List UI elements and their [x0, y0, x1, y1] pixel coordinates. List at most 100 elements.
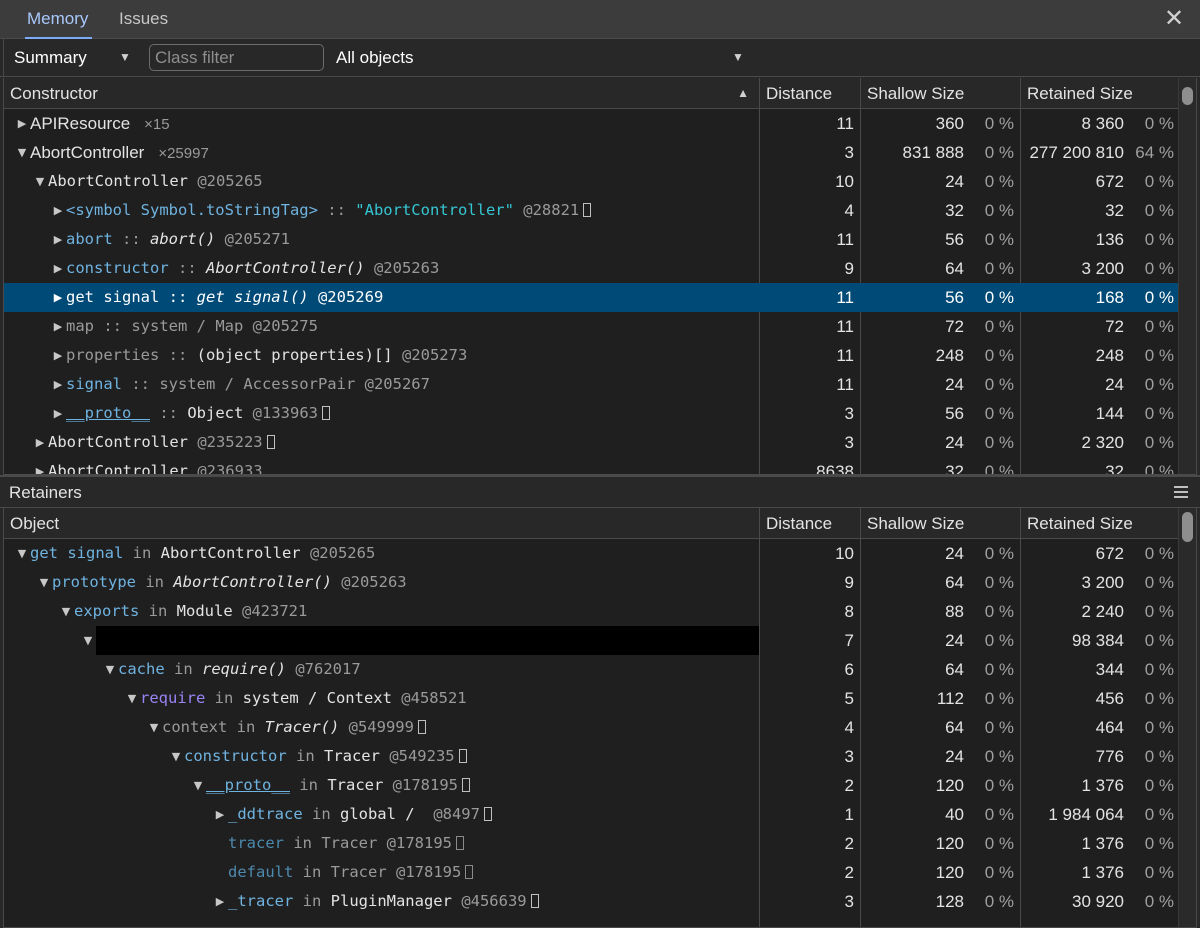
expand-triangle-down-icon[interactable]: ▼ [58, 597, 74, 626]
reveal-in-summary-icon[interactable] [465, 865, 474, 879]
expand-triangle-right-icon[interactable]: ▶ [212, 800, 228, 829]
reveal-in-summary-icon[interactable] [530, 894, 539, 908]
close-icon[interactable]: ✕ [1162, 7, 1186, 31]
reveal-in-summary-icon[interactable] [458, 749, 467, 763]
table-row[interactable]: ▶ constructor :: AbortController() @20526… [4, 254, 1180, 283]
objects-select[interactable]: All objects [336, 39, 413, 77]
table-row[interactable]: ▼ prototype in AbortController() @205263 9… [4, 568, 1180, 597]
table-row[interactable]: ▼ __proto__ in Tracer @178195 2 120 0 % 1 376… [4, 771, 1180, 800]
table-row[interactable]: default in Tracer @178195 2 120 0 % 1 376 0 % [4, 858, 1180, 887]
row-name-cell: ▼ exports in Module @423721 [4, 597, 759, 626]
name-part-text: system / Context [242, 689, 392, 707]
column-header-distance[interactable]: Distance [759, 508, 860, 539]
name-part-dim: in [284, 834, 322, 852]
expand-triangle-down-icon[interactable]: ▼ [14, 138, 30, 167]
expand-triangle-right-icon[interactable]: ▶ [50, 312, 66, 341]
column-header-constructor[interactable]: Constructor ▲ [4, 78, 759, 109]
selected-table-row[interactable]: ▶ get signal :: get signal() @205269 11 56 0… [4, 283, 1180, 312]
expand-triangle-right-icon[interactable]: ▶ [50, 196, 66, 225]
column-header-shallow-size[interactable]: Shallow Size [860, 508, 1020, 539]
table-row[interactable]: ▶ _ddtrace in global / @8497 1 40 0 % 1 984 0… [4, 800, 1180, 829]
table-row[interactable]: ▼ constructor in Tracer @549235 3 24 0 % 776 0… [4, 742, 1180, 771]
expand-triangle-right-icon[interactable]: ▶ [50, 283, 66, 312]
column-header-shallow-size[interactable]: Shallow Size [860, 78, 1020, 109]
table-row[interactable]: ▶ _tracer in PluginManager @456639 3 128 0 %… [4, 887, 1180, 916]
shallow-size-value: 128 [935, 892, 964, 911]
expand-triangle-down-icon[interactable]: ▼ [32, 167, 48, 196]
expand-triangle-right-icon[interactable]: ▶ [32, 457, 48, 474]
shallow-size-value: 112 [936, 689, 964, 708]
menu-icon[interactable] [1174, 486, 1188, 498]
retainers-scrollbar-thumb[interactable] [1182, 512, 1193, 542]
table-row[interactable]: ▼ context in Tracer() @549999 4 64 0 % 464 0 % [4, 713, 1180, 742]
table-row[interactable]: ▶ AbortController @235223 3 24 0 % 2 320 0 % [4, 428, 1180, 457]
view-select[interactable]: Summary [14, 39, 87, 77]
table-row[interactable]: ▶ __proto__ :: Object @133963 3 56 0 % 144 0 % [4, 399, 1180, 428]
expand-triangle-down-icon[interactable]: ▼ [102, 655, 118, 684]
expand-triangle-down-icon[interactable]: ▼ [146, 713, 162, 742]
table-row[interactable]: ▶ <symbol Symbol.toStringTag> :: "AbortCo… [4, 196, 1180, 225]
table-row[interactable]: ▶ properties :: (object properties)[] @20… [4, 341, 1180, 370]
shallow-size-percent: 0 % [984, 863, 1014, 882]
expand-triangle-right-icon[interactable]: ▶ [32, 428, 48, 457]
distance-value: 7 [844, 631, 854, 650]
table-row[interactable]: ▶ APIResource ×15 11 360 0 % 8 360 0 % [4, 109, 1180, 138]
table-row[interactable]: ▶ map :: system / Map @205275 11 72 0 % 72 0 % [4, 312, 1180, 341]
table-row[interactable]: ▼ require in system / Context @458521 5 112… [4, 684, 1180, 713]
table-row[interactable]: ▼ exports in Module @423721 8 88 0 % 2 240 0 % [4, 597, 1180, 626]
table-row[interactable]: ▼ get signal in AbortController @205265 10… [4, 539, 1180, 568]
shallow-size-value: 64 [945, 259, 964, 278]
expand-triangle-right-icon[interactable]: ▶ [14, 109, 30, 138]
tab-issues[interactable]: Issues [119, 0, 168, 39]
name-part-prop: _ddtrace [228, 805, 303, 823]
retained-size-percent: 0 % [1144, 776, 1174, 795]
tab-memory[interactable]: Memory [24, 0, 93, 40]
expand-triangle-right-icon[interactable]: ▶ [50, 254, 66, 283]
retained-size-percent: 0 % [1144, 863, 1174, 882]
retained-size-value: 344 [1095, 660, 1124, 679]
table-row[interactable]: ▼ 7 24 0 % 98 384 0 % [4, 626, 1180, 655]
reveal-in-summary-icon[interactable] [461, 778, 470, 792]
table-row[interactable]: ▶ AbortController @236933 8638 32 0 % 32 0 % [4, 457, 1180, 474]
reveal-in-summary-icon[interactable] [455, 836, 464, 850]
retainers-scrollbar[interactable] [1178, 508, 1196, 927]
reveal-in-summary-icon[interactable] [417, 720, 426, 734]
name-part-dim: context [162, 718, 228, 736]
summary-scrollbar[interactable] [1178, 78, 1196, 474]
expand-triangle-right-icon[interactable]: ▶ [50, 370, 66, 399]
expand-triangle-down-icon[interactable]: ▼ [14, 539, 30, 568]
table-row[interactable]: ▼ AbortController ×25997 3 831 888 0 % 277 200… [4, 138, 1180, 167]
expand-triangle-right-icon[interactable]: ▶ [212, 887, 228, 916]
expand-triangle-down-icon[interactable]: ▼ [36, 568, 52, 597]
expand-triangle-down-icon[interactable]: ▼ [190, 771, 206, 800]
expand-triangle-down-icon[interactable]: ▼ [124, 684, 140, 713]
view-select-chevron-down-icon[interactable]: ▼ [119, 39, 131, 77]
retainers-grid-header: Object Distance Shallow Size Retained Si… [4, 508, 1180, 539]
column-header-object[interactable]: Object [4, 508, 759, 539]
reveal-in-summary-icon[interactable] [266, 435, 275, 449]
name-part-sep: :: [159, 346, 197, 364]
shallow-size-percent: 0 % [984, 143, 1014, 162]
expand-triangle-down-icon[interactable]: ▼ [168, 742, 184, 771]
expand-triangle-right-icon[interactable]: ▶ [50, 399, 66, 428]
table-row[interactable]: tracer in Tracer @178195 2 120 0 % 1 376 0 % [4, 829, 1180, 858]
class-filter-input[interactable] [149, 44, 324, 71]
objects-select-chevron-down-icon[interactable]: ▼ [732, 39, 744, 77]
table-row[interactable]: ▼ AbortController @205265 10 24 0 % 672 0 % [4, 167, 1180, 196]
row-name-cell: ▼ AbortController @205265 [4, 167, 759, 196]
column-header-retained-size[interactable]: Retained Size [1020, 78, 1180, 109]
column-header-retained-size[interactable]: Retained Size [1020, 508, 1180, 539]
reveal-in-summary-icon[interactable] [483, 807, 492, 821]
expand-triangle-down-icon[interactable]: ▼ [80, 626, 96, 655]
column-header-distance[interactable]: Distance [759, 78, 860, 109]
summary-scrollbar-thumb[interactable] [1182, 87, 1193, 105]
reveal-in-summary-icon[interactable] [583, 203, 592, 217]
table-row[interactable]: ▶ abort :: abort() @205271 11 56 0 % 136 0 % [4, 225, 1180, 254]
table-row[interactable]: ▼ cache in require() @762017 6 64 0 % 344 0 % [4, 655, 1180, 684]
name-part-it: AbortController() [205, 259, 365, 277]
expand-triangle-right-icon[interactable]: ▶ [50, 225, 66, 254]
reveal-in-summary-icon[interactable] [321, 406, 330, 420]
shallow-size-percent: 0 % [984, 346, 1014, 365]
table-row[interactable]: ▶ signal :: system / AccessorPair @205267… [4, 370, 1180, 399]
expand-triangle-right-icon[interactable]: ▶ [50, 341, 66, 370]
